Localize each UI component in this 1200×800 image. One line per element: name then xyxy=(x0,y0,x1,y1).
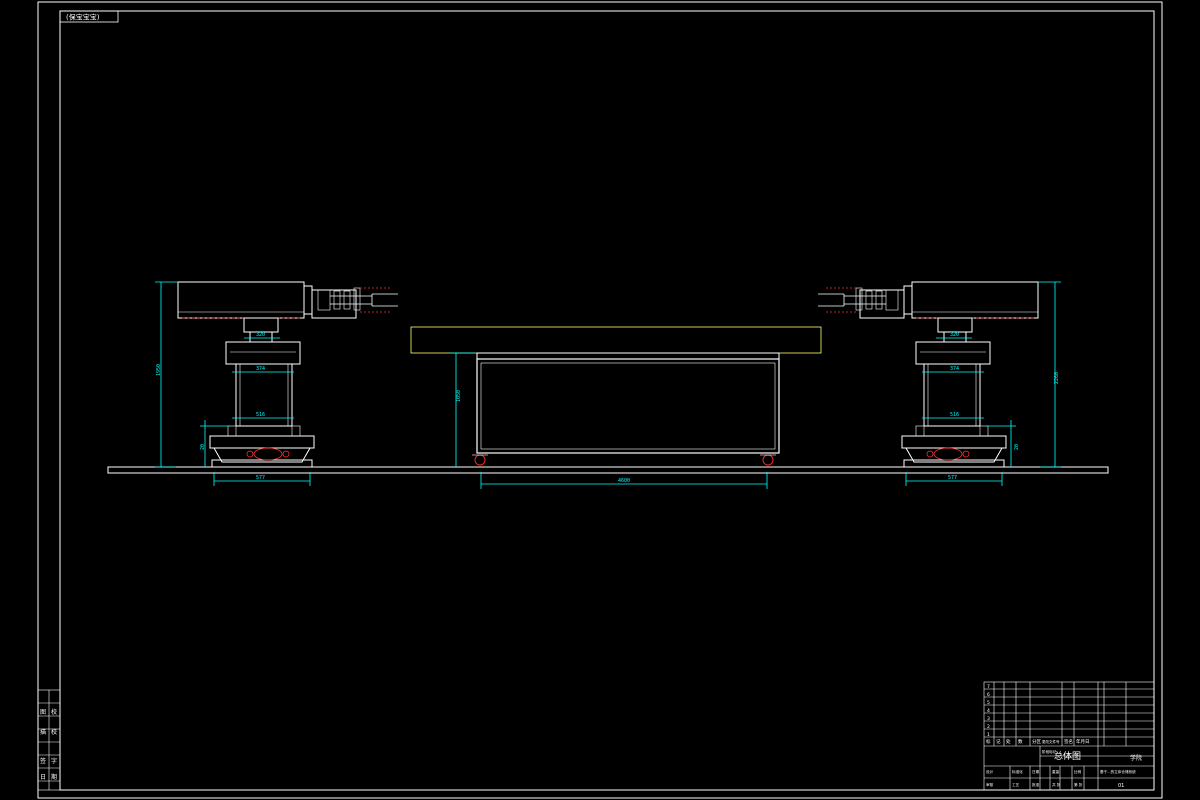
dim-left-base-w: 577 xyxy=(256,475,265,481)
scale-4: 第 张 xyxy=(1074,782,1083,787)
hdr-0: 标 xyxy=(986,738,991,745)
dim-left-height: 1950 xyxy=(156,364,162,376)
hdr-4: 分区 xyxy=(1032,738,1041,745)
rev-row-5: 2 xyxy=(987,724,990,730)
table-top xyxy=(410,326,822,354)
scale-1: 重量 xyxy=(1052,769,1060,774)
rev-row-2: 5 xyxy=(987,700,990,706)
drawing-title: 总体图 xyxy=(1054,750,1081,762)
outer-border xyxy=(37,1,1163,799)
rev-row-1: 6 xyxy=(987,692,990,698)
caster-right xyxy=(762,454,774,466)
company-name: 学院 xyxy=(1130,754,1142,762)
dim-right-top-w: 320 xyxy=(950,332,959,338)
scale-3: 共 张 xyxy=(1052,782,1061,787)
bottom-0: 设计 xyxy=(986,769,994,774)
bottom-3: 工艺 xyxy=(1012,782,1020,787)
sheet-number: 01 xyxy=(1118,783,1124,789)
strip-cell-5: 字 xyxy=(51,757,57,765)
cad-drawing: (保宝宝宝) 图 校 描 校 签 字 日 期 1950 20 320 374 5… xyxy=(37,1,1163,799)
hdr-1: 记 xyxy=(996,738,1001,745)
dim-left-top-w: 320 xyxy=(256,332,265,338)
hdr-5: 更改文件号 xyxy=(1042,739,1060,744)
dim-right-height: 2260 xyxy=(1054,372,1060,384)
caster-left xyxy=(474,454,486,466)
dim-right-low-w: 516 xyxy=(950,412,959,418)
dim-left-low-w: 516 xyxy=(256,412,265,418)
hdr-6: 签名 xyxy=(1064,738,1073,745)
strip-cell-0: 图 xyxy=(40,709,46,716)
bottom-5: 日期 xyxy=(1032,769,1040,774)
dim-left-mid-w: 374 xyxy=(256,366,265,372)
dim-table-height: 1050 xyxy=(456,390,462,402)
project-name: 基于...的立体仓储系统 xyxy=(1100,769,1136,774)
rev-row-0: 7 xyxy=(987,684,990,690)
rev-row-4: 3 xyxy=(987,716,990,722)
dim-right-base-h: 20 xyxy=(1014,444,1020,450)
bottom-1: 标准化 xyxy=(1012,769,1023,774)
inner-border xyxy=(59,10,1155,791)
strip-cell-6: 日 xyxy=(40,774,46,781)
cad-canvas[interactable]: (保宝宝宝) 图 校 描 校 签 字 日 期 1950 20 320 374 5… xyxy=(0,0,1200,800)
strip-cell-3: 校 xyxy=(51,728,57,736)
ground-plate xyxy=(107,466,1109,474)
scale-0: 阶段标记 xyxy=(1042,749,1057,754)
scale-2: 比例 xyxy=(1074,769,1082,774)
strip-cell-1: 校 xyxy=(51,708,57,716)
center-table xyxy=(410,326,822,466)
rev-row-6: 1 xyxy=(987,732,990,738)
strip-cell-4: 签 xyxy=(40,757,46,765)
bottom-2: 审核 xyxy=(986,782,994,787)
dim-left-base-h: 20 xyxy=(200,444,206,450)
rev-row-3: 4 xyxy=(987,708,990,714)
strip-cell-2: 描 xyxy=(40,728,46,736)
dim-table-width: 4600 xyxy=(618,478,630,484)
hdr-2: 处 xyxy=(1006,738,1011,745)
corner-tag: (保宝宝宝) xyxy=(66,13,100,22)
strip-cell-7: 期 xyxy=(51,773,57,781)
hdr-7: 年月日 xyxy=(1076,738,1090,745)
left-robot xyxy=(177,281,398,468)
hdr-3: 数 xyxy=(1018,738,1023,745)
dim-right-base-w: 577 xyxy=(948,475,957,481)
dim-right-mid-w: 374 xyxy=(950,366,959,372)
right-robot xyxy=(818,281,1039,468)
table-dimensions xyxy=(450,352,768,489)
bottom-4: 批准 xyxy=(1032,782,1040,787)
